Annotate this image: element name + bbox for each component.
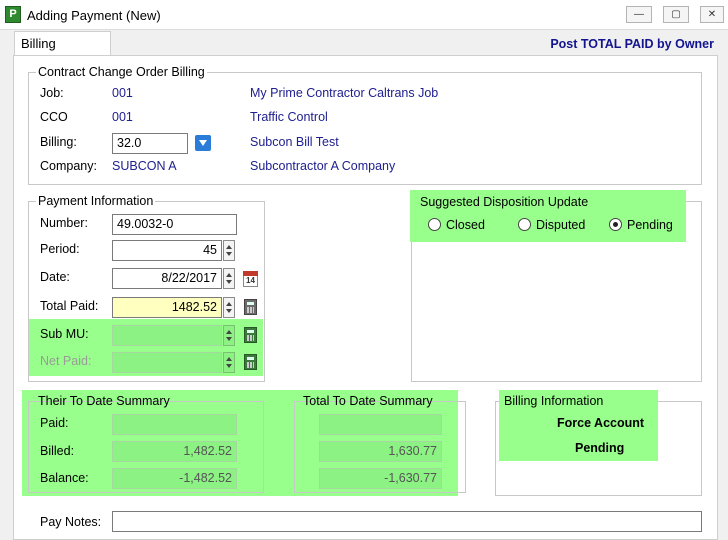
app-icon: P <box>5 6 21 23</box>
total-balance-value: -1,630.77 <box>319 468 442 489</box>
contract-group-title: Contract Change Order Billing <box>36 65 207 79</box>
cco-value[interactable]: 001 <box>112 110 133 124</box>
billing-label: Billing: <box>40 135 77 149</box>
their-balance-value: -1,482.52 <box>112 468 237 489</box>
sub-mu-calculator-icon[interactable] <box>244 327 257 343</box>
calculator-icon[interactable] <box>244 299 257 315</box>
job-description: My Prime Contractor Caltrans Job <box>250 86 439 100</box>
their-billed-value: 1,482.52 <box>112 441 237 462</box>
their-paid-label: Paid: <box>40 416 69 430</box>
billing-input[interactable]: 32.0 <box>112 133 188 154</box>
billing-info-title: Billing Information <box>504 394 604 408</box>
total-paid-summary-value <box>319 414 442 435</box>
billing-lookup-icon[interactable] <box>195 135 211 151</box>
total-paid-spinner[interactable] <box>223 297 235 318</box>
net-paid-input[interactable] <box>112 352 222 373</box>
date-spinner[interactable] <box>223 268 235 289</box>
title-bar: P Adding Payment (New) — ▢ ✕ <box>0 0 728 30</box>
disposition-disputed-radio[interactable] <box>518 218 531 231</box>
their-billed-label: Billed: <box>40 444 75 458</box>
close-button[interactable]: ✕ <box>700 6 724 23</box>
disposition-disputed-label[interactable]: Disputed <box>536 218 585 232</box>
billing-status: Pending <box>575 441 625 455</box>
tab-billing-payment[interactable]: Billing Payment <box>14 31 111 74</box>
net-paid-label: Net Paid: <box>40 354 92 368</box>
sub-mu-input[interactable] <box>112 325 222 346</box>
billing-type: Force Account <box>557 416 645 430</box>
their-balance-label: Balance: <box>40 471 89 485</box>
disposition-group-title: Suggested Disposition Update <box>420 195 589 209</box>
company-label: Company: <box>40 159 97 173</box>
period-input[interactable]: 45 <box>112 240 222 261</box>
minimize-button[interactable]: — <box>626 6 652 23</box>
post-total-paid-link[interactable]: Post TOTAL PAID by Owner <box>550 37 714 51</box>
billing-description: Subcon Bill Test <box>250 135 339 149</box>
net-paid-spinner[interactable] <box>223 352 235 373</box>
total-billed-value: 1,630.77 <box>319 441 442 462</box>
payment-group-title: Payment Information <box>36 194 156 208</box>
sub-mu-spinner[interactable] <box>223 325 235 346</box>
date-input[interactable]: 8/22/2017 <box>112 268 222 289</box>
total-paid-label: Total Paid: <box>40 299 99 313</box>
their-summary-title: Their To Date Summary <box>38 394 170 408</box>
number-label: Number: <box>40 216 88 230</box>
job-value[interactable]: 001 <box>112 86 133 100</box>
period-spinner[interactable] <box>223 240 235 261</box>
disposition-closed-label[interactable]: Closed <box>446 218 485 232</box>
disposition-pending-label[interactable]: Pending <box>627 218 673 232</box>
disposition-pending-radio[interactable] <box>609 218 622 231</box>
their-paid-value <box>112 414 237 435</box>
company-description: Subcontractor A Company <box>250 159 396 173</box>
company-value[interactable]: SUBCON A <box>112 159 177 173</box>
job-label: Job: <box>40 86 64 100</box>
pay-notes-input[interactable] <box>112 511 702 532</box>
total-summary-title: Total To Date Summary <box>303 394 433 408</box>
number-input[interactable]: 49.0032-0 <box>112 214 237 235</box>
disposition-closed-radio[interactable] <box>428 218 441 231</box>
calendar-icon[interactable]: 14 <box>243 271 258 287</box>
date-label: Date: <box>40 270 70 284</box>
total-paid-input[interactable]: 1482.52 <box>112 297 222 318</box>
cco-label: CCO <box>40 110 68 124</box>
period-label: Period: <box>40 242 80 256</box>
sub-mu-label: Sub MU: <box>40 327 89 341</box>
net-paid-calculator-icon[interactable] <box>244 354 257 370</box>
cco-description: Traffic Control <box>250 110 328 124</box>
window-title: Adding Payment (New) <box>27 8 161 23</box>
pay-notes-label: Pay Notes: <box>40 515 102 529</box>
maximize-button[interactable]: ▢ <box>663 6 689 23</box>
